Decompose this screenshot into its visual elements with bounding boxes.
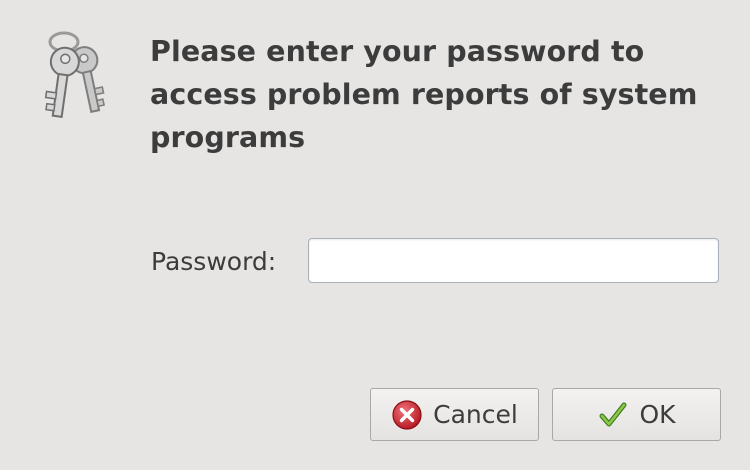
dialog-heading: Please enter your password to access pro… bbox=[150, 35, 698, 154]
password-row: Password: bbox=[151, 238, 308, 284]
password-dialog: Please enter your password to access pro… bbox=[0, 0, 750, 470]
ok-button[interactable]: OK bbox=[552, 388, 721, 441]
password-field[interactable] bbox=[308, 238, 719, 283]
keys-icon bbox=[44, 31, 105, 119]
password-label: Password: bbox=[151, 246, 277, 276]
cancel-button[interactable]: Cancel bbox=[370, 388, 539, 441]
ok-label: OK bbox=[639, 400, 676, 429]
cancel-icon bbox=[391, 399, 423, 431]
checkmark-icon bbox=[597, 399, 629, 431]
cancel-label: Cancel bbox=[433, 400, 518, 429]
